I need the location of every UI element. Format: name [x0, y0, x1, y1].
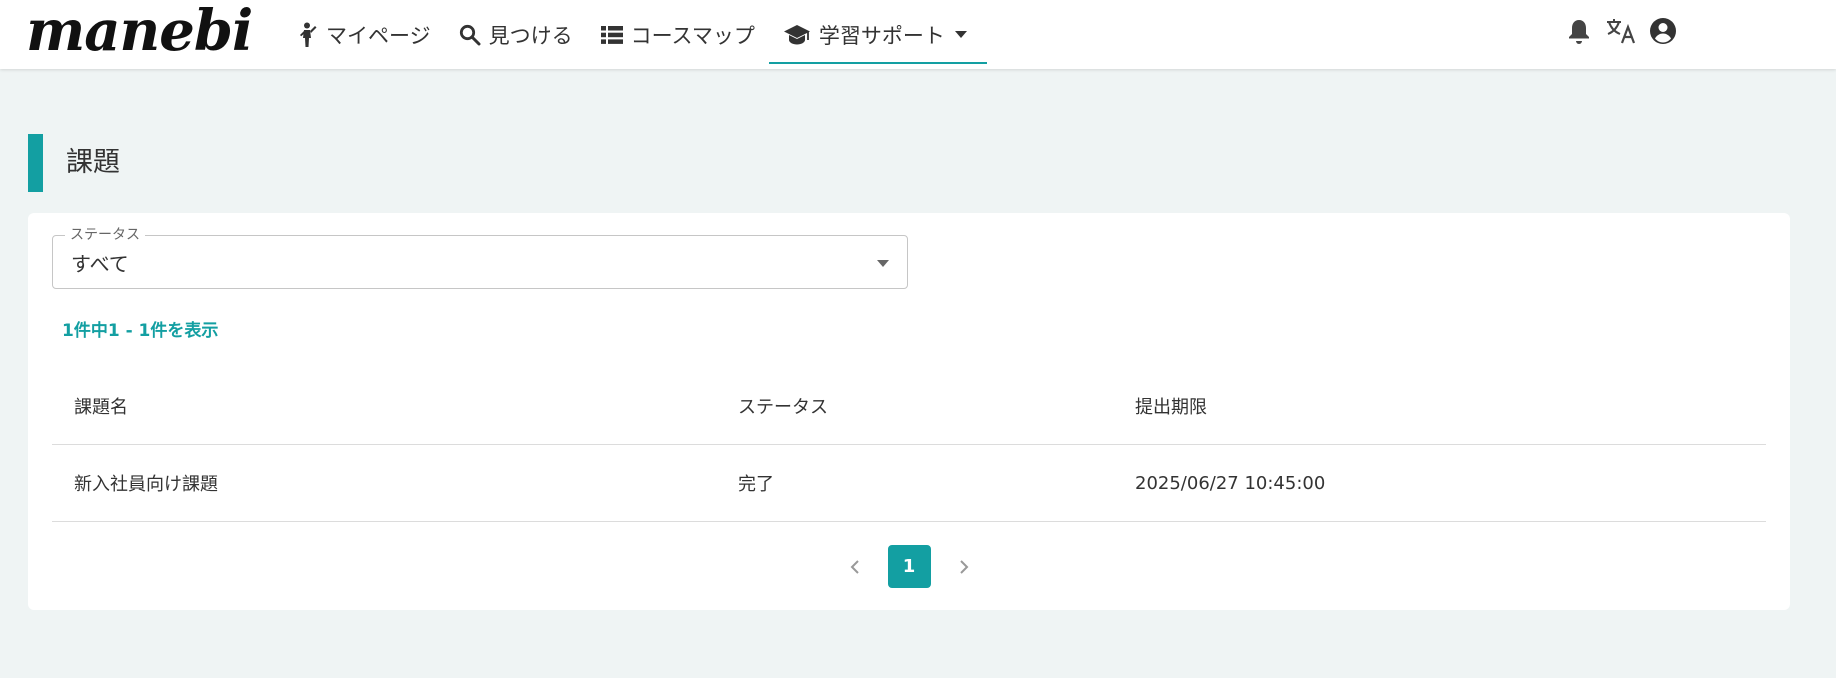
nav-discover-label: 見つける — [488, 23, 573, 48]
nav-coursemap[interactable]: コースマップ — [587, 8, 769, 64]
chevron-right-icon — [959, 559, 968, 574]
bell-icon[interactable] — [1562, 14, 1596, 48]
list-icon — [600, 25, 623, 44]
assignment-status: 完了 — [738, 474, 774, 495]
top-header: manebi マイページ 見つける コースマップ 学習サポート — [0, 0, 1836, 69]
assignments-card: ステータス すべて 1件中1 - 1件を表示 課題名 ステータス 提出期限 新入… — [28, 213, 1790, 610]
table-row[interactable]: 新入社員向け課題 完了 2025/06/27 10:45:00 — [52, 445, 1766, 522]
status-filter-value: すべて — [71, 252, 129, 276]
table-header: 課題名 ステータス 提出期限 — [52, 368, 1766, 445]
nav-discover[interactable]: 見つける — [445, 8, 587, 64]
status-filter-legend: ステータス — [65, 225, 145, 245]
caret-down-icon — [954, 31, 967, 38]
page-number-button[interactable]: 1 — [887, 545, 931, 588]
prev-page-button[interactable] — [834, 559, 876, 575]
nav-learning-support[interactable]: 学習サポート — [768, 8, 987, 64]
main-nav: マイページ 見つける コースマップ 学習サポート — [284, 0, 987, 69]
graduation-cap-icon — [783, 24, 810, 44]
assignment-deadline: 2025/06/27 10:45:00 — [1135, 472, 1326, 494]
status-filter-select[interactable]: ステータス すべて — [52, 225, 908, 289]
person-walking-icon — [300, 22, 317, 47]
chevron-down-icon — [877, 260, 889, 267]
search-icon — [459, 24, 481, 45]
translate-icon[interactable] — [1604, 14, 1638, 48]
assignment-name[interactable]: 新入社員向け課題 — [52, 470, 738, 496]
next-page-button[interactable] — [943, 559, 985, 575]
nav-mypage[interactable]: マイページ — [284, 8, 445, 64]
column-header-deadline[interactable]: 提出期限 — [1135, 393, 1766, 419]
logo[interactable]: manebi — [26, 2, 253, 60]
nav-mypage-label: マイページ — [326, 23, 431, 48]
column-header-name[interactable]: 課題名 — [52, 393, 738, 419]
assignments-table: 課題名 ステータス 提出期限 新入社員向け課題 完了 2025/06/27 10… — [52, 368, 1766, 522]
account-circle-icon[interactable] — [1646, 14, 1680, 48]
header-actions — [1562, 14, 1688, 48]
chevron-left-icon — [850, 559, 859, 574]
column-header-status[interactable]: ステータス — [738, 393, 1135, 419]
nav-learning-support-label: 学習サポート — [818, 23, 945, 48]
page-title: 課題 — [28, 134, 120, 192]
pagination: 1 — [28, 545, 1790, 588]
result-count: 1件中1 - 1件を表示 — [62, 321, 219, 341]
nav-coursemap-label: コースマップ — [630, 23, 755, 48]
